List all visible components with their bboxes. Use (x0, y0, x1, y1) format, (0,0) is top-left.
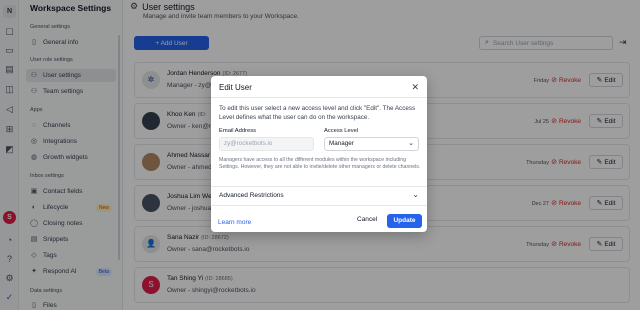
update-button[interactable]: Update (387, 214, 422, 228)
chevron-down-icon[interactable]: ⌄ (412, 190, 419, 199)
email-label: Email Address (219, 128, 257, 134)
access-level-label: Access Level (324, 128, 359, 134)
edit-user-modal: Edit User ✕ To edit this user select a n… (211, 76, 427, 232)
chevron-down-icon: ⌄ (408, 140, 414, 147)
access-level-select[interactable]: Manager ⌄ (324, 137, 419, 151)
modal-description: To edit this user select a new access le… (219, 105, 416, 121)
access-help-text: Managers have access to all the differen… (219, 157, 421, 171)
email-field: zy@rocketbots.io (219, 137, 314, 151)
close-icon[interactable]: ✕ (411, 82, 419, 93)
advanced-restrictions-toggle[interactable]: Advanced Restrictions (219, 192, 284, 199)
divider (211, 97, 427, 98)
learn-more-link[interactable]: Learn more (218, 219, 251, 226)
cancel-button[interactable]: Cancel (357, 216, 377, 223)
divider (211, 205, 427, 206)
modal-title: Edit User (219, 83, 252, 92)
divider (211, 186, 427, 187)
